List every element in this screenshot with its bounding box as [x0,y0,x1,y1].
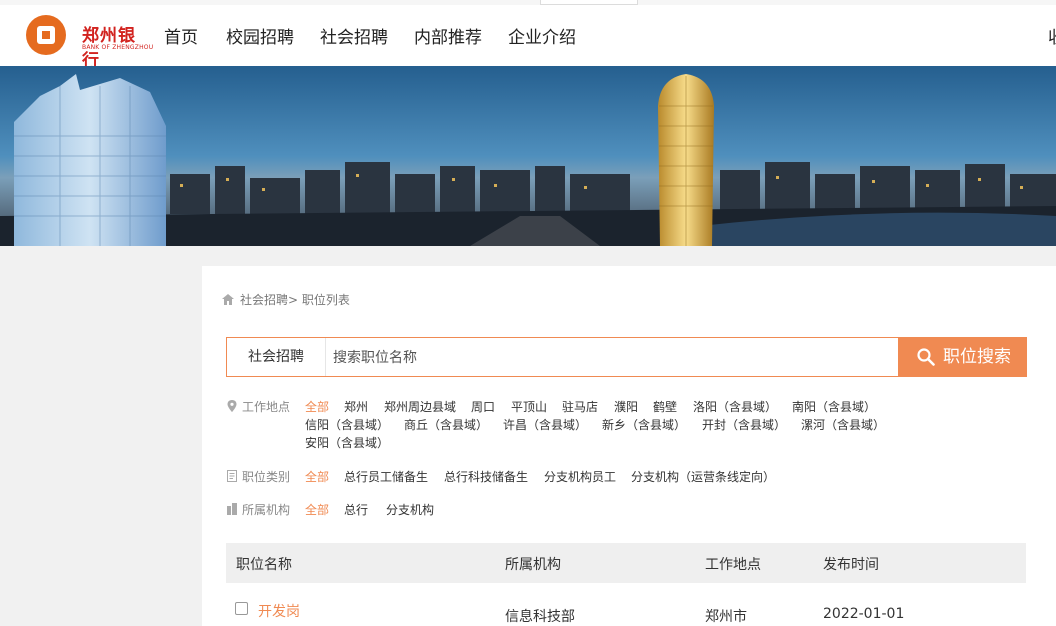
location-option[interactable]: 鹤壁 [653,398,677,415]
building-icon [227,503,237,515]
location-option[interactable]: 许昌（含县域） [503,416,587,433]
table-row: 开发岗 信息科技部 郑州市 2022-01-01 [226,596,1026,626]
location-option[interactable]: 郑州 [344,398,368,415]
location-option[interactable]: 开封（含县域） [702,416,786,433]
site-header: 郑州银行 BANK OF ZHENGZHOU 首页 校园招聘 社会招聘 内部推荐… [0,5,1056,71]
org-option[interactable]: 总行 [344,501,368,518]
location-option[interactable]: 商丘（含县域） [404,416,488,433]
breadcrumb-text[interactable]: 社会招聘> 职位列表 [240,293,350,307]
home-icon[interactable] [222,294,234,305]
search-icon [917,348,935,366]
org-option[interactable]: 分支机构 [386,501,434,518]
location-option[interactable]: 漯河（含县域） [801,416,885,433]
city-skyline-image [0,66,1056,246]
nav-item-referral[interactable]: 内部推荐 [414,23,482,48]
location-option[interactable]: 周口 [471,398,495,415]
nav-item-campus[interactable]: 校园招聘 [226,23,294,48]
job-table-header: 职位名称 所属机构 工作地点 发布时间 [226,543,1026,583]
location-option[interactable]: 安阳（含县域） [305,434,389,451]
hero-banner [0,66,1056,246]
location-option[interactable]: 驻马店 [562,398,598,415]
nav-item-about[interactable]: 企业介绍 [508,23,576,48]
location-option[interactable]: 信阳（含县域） [305,416,389,433]
category-option[interactable]: 分支机构员工 [544,468,616,485]
nav-item-social[interactable]: 社会招聘 [320,23,388,48]
location-option[interactable]: 濮阳 [614,398,638,415]
column-header-title: 职位名称 [236,557,292,573]
job-search-button[interactable]: 职位搜索 [898,337,1027,377]
column-header-org: 所属机构 [505,557,561,573]
column-header-date: 发布时间 [823,557,879,573]
column-header-location: 工作地点 [705,557,761,573]
job-org: 信息科技部 [505,609,575,625]
job-date: 2022-01-01 [823,606,905,622]
job-search-bar: 社会招聘 职位搜索 [226,337,1027,377]
org-option-all[interactable]: 全部 [305,501,329,518]
category-option-all[interactable]: 全部 [305,468,329,485]
location-option[interactable]: 南阳（含县域） [792,398,876,415]
document-icon [227,470,237,482]
nav-item-truncated[interactable]: 收 [1048,23,1056,48]
category-option[interactable]: 总行科技储备生 [444,468,528,485]
breadcrumb: 社会招聘> 职位列表 [222,291,350,308]
row-checkbox[interactable] [235,602,248,615]
nav-item-home[interactable]: 首页 [164,23,198,48]
filter-category-label: 职位类别 [242,470,291,484]
location-option[interactable]: 平顶山 [511,398,547,415]
job-location: 郑州市 [705,609,747,625]
location-pin-icon [227,400,237,412]
location-option-all[interactable]: 全部 [305,398,329,415]
location-option[interactable]: 洛阳（含县域） [693,398,777,415]
search-input[interactable] [331,346,895,370]
logo-text-en: BANK OF ZHENGZHOU [82,44,154,51]
search-category[interactable]: 社会招聘 [227,338,326,376]
location-option[interactable]: 郑州周边县域 [384,398,456,415]
filter-location-label: 工作地点 [242,400,291,414]
category-option[interactable]: 分支机构（运营条线定向） [631,468,775,485]
location-option[interactable]: 新乡（含县域） [602,416,686,433]
bank-logo[interactable]: 郑州银行 BANK OF ZHENGZHOU [26,15,154,71]
job-search-button-label: 职位搜索 [943,347,1011,367]
category-option[interactable]: 总行员工储备生 [344,468,428,485]
filter-org-label: 所属机构 [242,503,291,517]
logo-mark-icon [26,15,66,55]
job-title-link[interactable]: 开发岗 [258,601,300,621]
